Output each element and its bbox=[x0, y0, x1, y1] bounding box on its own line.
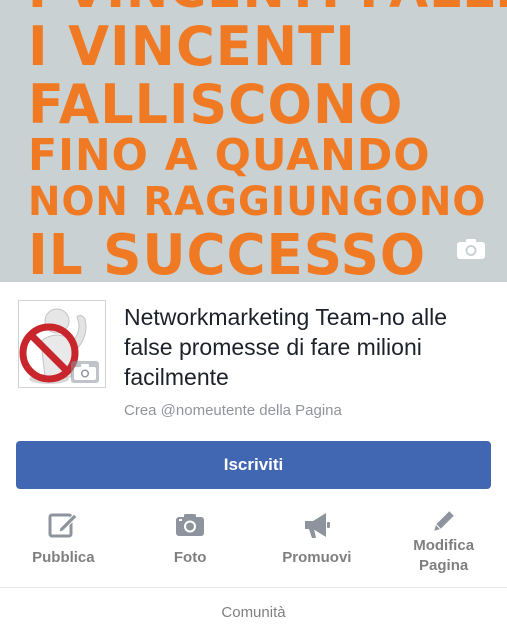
photo-label: Foto bbox=[173, 549, 207, 566]
avatar-camera-icon[interactable] bbox=[71, 361, 99, 383]
edit-page-label: Modifica Pagina bbox=[413, 537, 475, 574]
edit-page-button[interactable]: Modifica Pagina bbox=[380, 502, 507, 588]
publish-button[interactable]: Pubblica bbox=[0, 502, 127, 588]
cover-photo[interactable]: I VINCENTI FALLISCONO I VINCENTI FALLISC… bbox=[0, 0, 507, 282]
tab-community[interactable]: Comunità bbox=[0, 604, 507, 621]
cover-line: FALLISCONO bbox=[28, 73, 404, 136]
photo-button[interactable]: Foto bbox=[127, 502, 254, 588]
megaphone-icon bbox=[304, 513, 330, 538]
promote-button[interactable]: Promuovi bbox=[254, 502, 381, 588]
cover-line: NON RAGGIUNGONO bbox=[28, 179, 487, 225]
cover-camera-icon[interactable] bbox=[456, 238, 486, 260]
camera-icon bbox=[176, 514, 205, 536]
promote-label: Promuovi bbox=[282, 549, 352, 566]
publish-label: Pubblica bbox=[32, 549, 95, 566]
edit-icon bbox=[48, 513, 79, 538]
page-title: Networkmarketing Team-no alle false prom… bbox=[124, 304, 447, 390]
pencil-icon bbox=[433, 511, 454, 531]
create-username-link[interactable]: Crea @nomeutente della Pagina bbox=[124, 402, 342, 419]
profile-picture[interactable] bbox=[18, 300, 106, 388]
cover-text: I VINCENTI FALLISCONO I VINCENTI FALLISC… bbox=[28, 0, 507, 283]
divider bbox=[0, 587, 507, 588]
cover-line: IL SUCCESSO bbox=[28, 223, 427, 283]
subscribe-button[interactable]: Iscriviti bbox=[16, 441, 491, 489]
cover-line: FINO A QUANDO bbox=[28, 130, 431, 181]
cover-line: I VINCENTI bbox=[28, 15, 356, 78]
page-actions: Pubblica Foto Promuovi Modifica Pagina bbox=[0, 502, 507, 588]
